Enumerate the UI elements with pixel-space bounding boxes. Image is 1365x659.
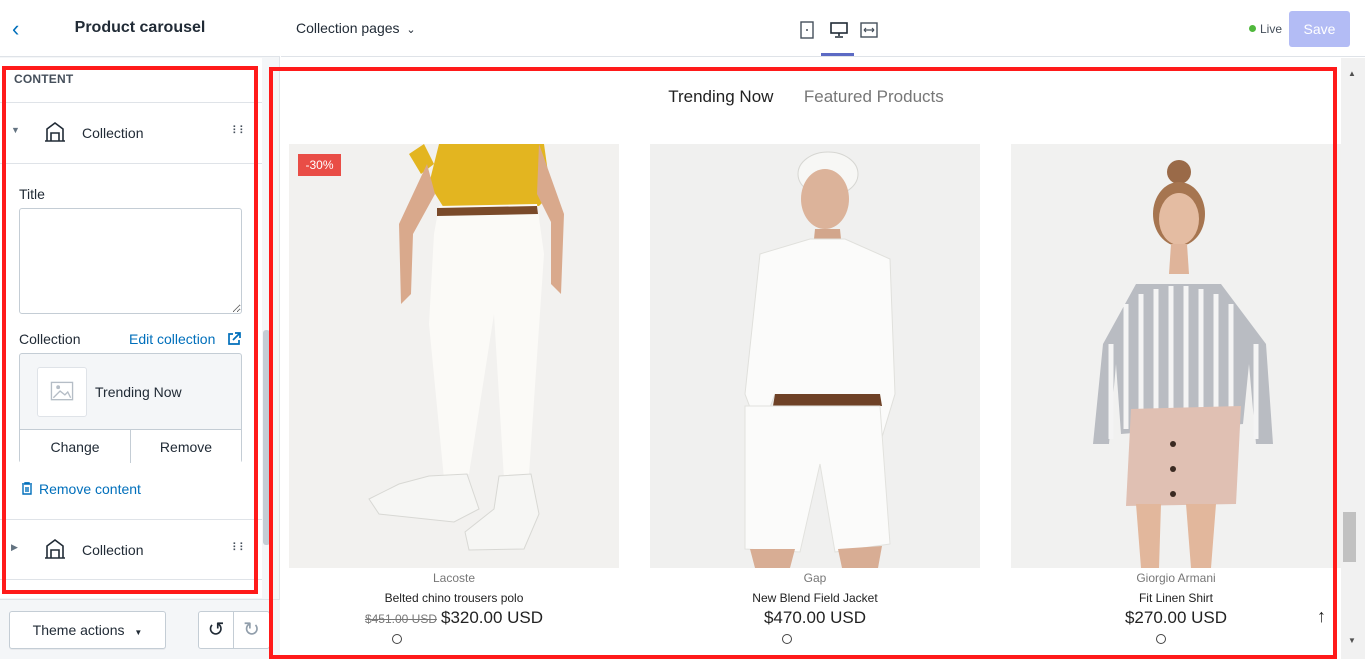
color-swatch[interactable] <box>782 634 792 644</box>
page-selector[interactable]: Collection pages ⌄ <box>296 20 416 36</box>
remove-content-label: Remove content <box>39 481 141 497</box>
product-price: $451.00 USD $320.00 USD <box>289 608 619 628</box>
product-brand: Giorgio Armani <box>1136 571 1216 585</box>
live-label: Live <box>1260 22 1283 36</box>
preview-scroll-thumb[interactable] <box>1343 512 1356 562</box>
theme-actions-button[interactable]: Theme actions ▼ <box>9 611 166 649</box>
title-field-label: Title <box>19 186 45 202</box>
trash-icon <box>22 482 32 495</box>
chevron-down-icon: ⌄ <box>406 24 416 36</box>
drag-handle-icon[interactable]: ⠇⠇ <box>232 124 247 137</box>
building-icon <box>45 122 65 142</box>
mobile-view-icon[interactable] <box>797 20 817 40</box>
theme-actions-label: Theme actions <box>32 622 125 638</box>
product-name[interactable]: Fit Linen Shirt <box>1011 591 1341 605</box>
live-status: Live <box>1249 22 1282 36</box>
selected-collection-card: Trending Now Change Remove <box>19 353 242 463</box>
fullscreen-view-icon[interactable] <box>859 20 879 40</box>
product-image[interactable] <box>1011 144 1341 568</box>
scroll-up-arrow-icon[interactable]: ▲ <box>1348 69 1356 78</box>
sidebar-title: Product carousel <box>74 19 206 36</box>
block-label: Collection <box>82 542 144 558</box>
preview-scrollbar[interactable] <box>1341 58 1365 659</box>
active-view-indicator <box>821 53 854 56</box>
carousel-tabs: Trending Now Featured Products <box>281 87 1331 107</box>
sale-badge: -30% <box>298 154 341 176</box>
undo-icon[interactable]: ↺ <box>199 612 234 648</box>
scroll-to-top-icon[interactable]: ↑ <box>1317 606 1326 627</box>
tab-featured-products[interactable]: Featured Products <box>804 87 944 107</box>
change-collection-button[interactable]: Change <box>20 429 131 463</box>
page-selector-label: Collection pages <box>296 20 400 36</box>
product-name[interactable]: New Blend Field Jacket <box>650 591 980 605</box>
building-icon <box>45 539 65 559</box>
title-textarea[interactable] <box>19 208 242 314</box>
undo-redo-group: ↺ ↻ <box>198 611 270 649</box>
compare-at-price: $451.00 USD <box>364 612 437 626</box>
product-photo-model-white-outfit <box>650 144 980 568</box>
product-photo-model-striped-shirt <box>1011 144 1341 568</box>
remove-content-link[interactable]: Remove content <box>21 481 141 497</box>
product-price: $470.00 USD <box>763 608 867 627</box>
product-image[interactable] <box>289 144 619 568</box>
sidebar-scroll-thumb[interactable] <box>263 330 270 545</box>
product-image[interactable] <box>650 144 980 568</box>
sidebar-scroll-area: CONTENT ▼ Collection ⠇⠇ Title Collection… <box>0 58 262 598</box>
product-brand: Gap <box>803 571 827 585</box>
sidebar-footer: Theme actions ▼ ↺ ↻ <box>0 599 280 659</box>
theme-editor-sidebar: ‹ Product carousel CONTENT ▼ Collection … <box>0 0 280 659</box>
scroll-down-arrow-icon[interactable]: ▼ <box>1348 636 1356 645</box>
external-link-icon[interactable] <box>227 332 241 346</box>
block-collection-expanded[interactable]: ▼ Collection ⠇⠇ <box>0 102 262 162</box>
caret-down-icon: ▼ <box>134 628 143 637</box>
product-name[interactable]: Belted chino trousers polo <box>289 591 619 605</box>
product-price: $270.00 USD <box>1124 608 1228 627</box>
block-collection-collapsed[interactable]: ▶ Collection ⠇⠇ <box>0 519 262 579</box>
store-preview: Trending Now Featured Products Lacoste B… <box>281 58 1365 659</box>
editor-topbar: Collection pages ⌄ Live Save <box>281 0 1365 57</box>
desktop-view-icon[interactable] <box>829 20 849 40</box>
remove-collection-button[interactable]: Remove <box>131 429 241 463</box>
product-photo-model-yellow-top <box>289 144 619 568</box>
edit-collection-link[interactable]: Edit collection <box>129 331 215 347</box>
save-button[interactable]: Save <box>1289 11 1350 47</box>
selected-collection-name: Trending Now <box>95 384 182 400</box>
status-dot <box>1249 25 1256 32</box>
block-label: Collection <box>82 125 144 141</box>
sale-price: $320.00 USD <box>440 608 544 627</box>
collection-thumbnail <box>37 367 87 417</box>
caret-down-icon[interactable]: ▼ <box>11 125 20 135</box>
image-placeholder-icon <box>50 381 74 401</box>
divider <box>0 579 262 580</box>
collection-field-label: Collection <box>19 331 81 347</box>
product-brand: Lacoste <box>432 571 476 585</box>
sidebar-header: ‹ Product carousel <box>0 0 280 57</box>
drag-handle-icon[interactable]: ⠇⠇ <box>232 541 247 554</box>
tab-trending-now[interactable]: Trending Now <box>668 87 773 107</box>
caret-right-icon[interactable]: ▶ <box>11 542 18 553</box>
redo-icon[interactable]: ↻ <box>234 612 269 648</box>
section-label: CONTENT <box>14 72 74 86</box>
color-swatch[interactable] <box>1156 634 1166 644</box>
color-swatch[interactable] <box>392 634 402 644</box>
